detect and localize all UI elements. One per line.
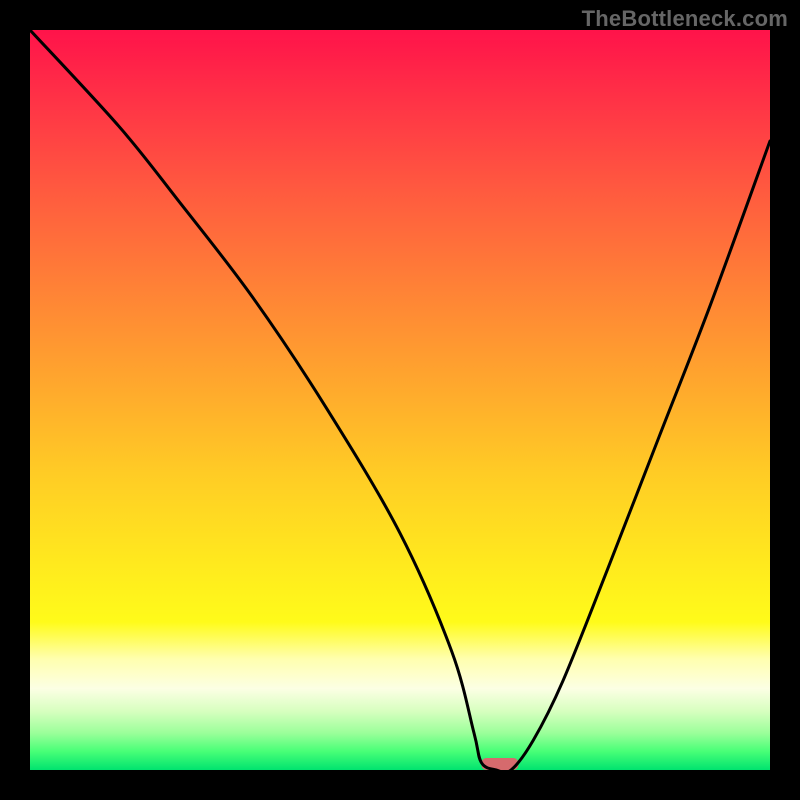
plot-area	[30, 30, 770, 770]
watermark-text: TheBottleneck.com	[582, 6, 788, 32]
gradient-background	[30, 30, 770, 770]
bottleneck-chart	[30, 30, 770, 770]
chart-frame: TheBottleneck.com	[0, 0, 800, 800]
